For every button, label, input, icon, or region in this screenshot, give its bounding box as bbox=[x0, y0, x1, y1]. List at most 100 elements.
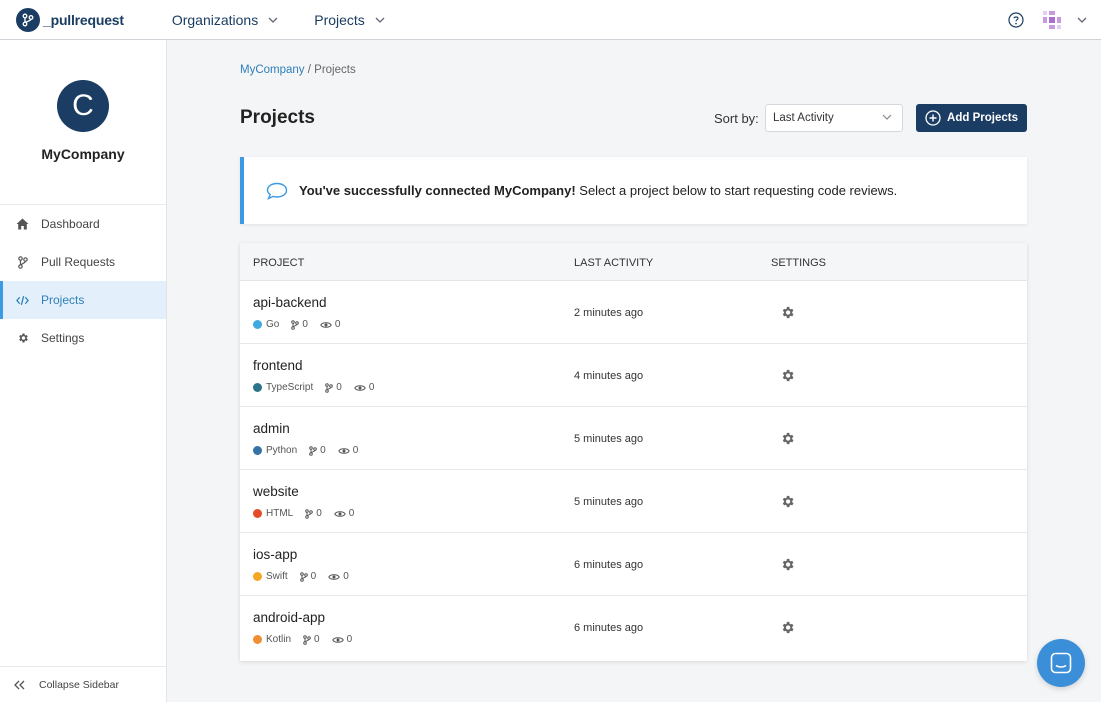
project-language: TypeScript bbox=[266, 382, 314, 393]
collapse-sidebar-label: Collapse Sidebar bbox=[39, 678, 119, 691]
table-header: PROJECT LAST ACTIVITY SETTINGS bbox=[240, 243, 1027, 281]
sidebar-nav: Dashboard Pull Requests Projects Setting… bbox=[0, 204, 166, 357]
pr-count: 0 bbox=[305, 508, 322, 519]
gear-icon[interactable] bbox=[780, 431, 795, 446]
pr-count: 0 bbox=[309, 445, 326, 456]
gear-icon[interactable] bbox=[780, 368, 795, 383]
logo[interactable]: _pullrequest bbox=[16, 7, 124, 32]
project-language: Python bbox=[266, 445, 298, 456]
project-language: Kotlin bbox=[266, 634, 292, 645]
collapse-sidebar-button[interactable]: Collapse Sidebar bbox=[0, 666, 166, 702]
language-dot bbox=[253, 320, 262, 329]
project-name[interactable]: frontend bbox=[253, 358, 303, 373]
nav-projects-label: Projects bbox=[314, 11, 365, 28]
help-icon[interactable] bbox=[1008, 12, 1024, 28]
breadcrumb: MyCompany / Projects bbox=[240, 64, 356, 76]
project-language: HTML bbox=[266, 508, 294, 519]
eye-icon bbox=[320, 321, 332, 328]
chat-widget-button[interactable] bbox=[1037, 639, 1085, 687]
page-title: Projects bbox=[240, 107, 315, 128]
sidebar-item-label: Projects bbox=[41, 293, 85, 307]
add-projects-label: Add Projects bbox=[947, 112, 1018, 124]
breadcrumb-current: Projects bbox=[314, 64, 356, 76]
eye-icon bbox=[331, 636, 344, 643]
table-row: frontend TypeScript 0 0 4 minutes ago bbox=[240, 344, 1027, 407]
project-name[interactable]: website bbox=[253, 484, 299, 499]
sort-select[interactable]: Last Activity bbox=[765, 104, 903, 132]
nav-organizations-label: Organizations bbox=[171, 11, 259, 28]
header-last-activity: LAST ACTIVITY bbox=[574, 257, 654, 269]
project-name[interactable]: ios-app bbox=[253, 547, 297, 562]
pr-count: 0 bbox=[299, 571, 317, 582]
chat-bubble-icon bbox=[266, 182, 288, 200]
sidebar-item-settings[interactable]: Settings bbox=[0, 319, 166, 357]
pr-count: 0 bbox=[325, 382, 342, 393]
add-projects-button[interactable]: Add Projects bbox=[916, 104, 1027, 132]
sidebar-item-projects[interactable]: Projects bbox=[0, 281, 166, 319]
review-count-value: 0 bbox=[368, 382, 375, 393]
review-count: 0 bbox=[354, 382, 375, 393]
project-name[interactable]: api-backend bbox=[253, 295, 327, 310]
last-activity: 4 minutes ago bbox=[574, 370, 644, 382]
pr-count-value: 0 bbox=[310, 571, 317, 582]
review-count-value: 0 bbox=[346, 634, 353, 645]
review-count-value: 0 bbox=[334, 319, 341, 330]
table-row: admin Python 0 0 5 minutes ago bbox=[240, 407, 1027, 470]
gear-icon bbox=[16, 332, 29, 345]
top-bar-right bbox=[1008, 0, 1087, 40]
nav-projects[interactable]: Projects bbox=[314, 12, 385, 28]
gear-icon[interactable] bbox=[780, 620, 795, 635]
review-count: 0 bbox=[320, 319, 341, 330]
gear-icon[interactable] bbox=[780, 557, 795, 572]
nav-organizations[interactable]: Organizations bbox=[172, 12, 278, 28]
project-meta: Swift 0 0 bbox=[253, 571, 349, 582]
review-count-value: 0 bbox=[343, 571, 349, 582]
chevron-down-icon bbox=[882, 114, 892, 120]
banner-message-text: Select a project below to start requesti… bbox=[575, 183, 898, 198]
sidebar-item-label: Pull Requests bbox=[41, 255, 116, 269]
pr-count-value: 0 bbox=[336, 382, 342, 393]
gear-icon[interactable] bbox=[780, 494, 795, 509]
last-activity: 2 minutes ago bbox=[574, 307, 644, 319]
project-meta: Go 0 0 bbox=[253, 319, 340, 330]
sidebar-item-dashboard[interactable]: Dashboard bbox=[0, 205, 166, 243]
projects-table: PROJECT LAST ACTIVITY SETTINGS api-backe… bbox=[240, 243, 1027, 661]
org-avatar: C bbox=[57, 80, 109, 132]
user-avatar[interactable] bbox=[1041, 9, 1063, 31]
sidebar-item-label: Dashboard bbox=[41, 217, 100, 231]
last-activity: 6 minutes ago bbox=[574, 622, 644, 634]
project-name[interactable]: android-app bbox=[253, 610, 325, 625]
logo-text: _pullrequest bbox=[43, 11, 124, 28]
gear-icon[interactable] bbox=[780, 305, 795, 320]
review-count: 0 bbox=[337, 445, 358, 456]
logo-icon bbox=[16, 7, 40, 32]
org-name: MyCompany bbox=[41, 146, 125, 162]
branch-icon bbox=[303, 634, 311, 645]
pr-count: 0 bbox=[303, 634, 320, 645]
eye-icon bbox=[328, 573, 341, 580]
branch-icon bbox=[291, 319, 300, 330]
review-count: 0 bbox=[328, 571, 349, 582]
review-count-value: 0 bbox=[348, 508, 355, 519]
pr-count-value: 0 bbox=[302, 319, 308, 330]
last-activity: 5 minutes ago bbox=[574, 496, 644, 508]
pr-count-value: 0 bbox=[314, 634, 320, 645]
chevron-down-icon[interactable] bbox=[1077, 17, 1087, 23]
pr-count: 0 bbox=[291, 319, 308, 330]
breadcrumb-link-org[interactable]: MyCompany bbox=[240, 64, 305, 76]
review-count: 0 bbox=[334, 508, 355, 519]
project-name[interactable]: admin bbox=[253, 421, 290, 436]
breadcrumb-separator: / bbox=[304, 64, 315, 76]
banner-message: You've successfully connected MyCompany!… bbox=[299, 183, 897, 198]
eye-icon bbox=[354, 384, 366, 391]
success-banner: You've successfully connected MyCompany!… bbox=[240, 157, 1027, 224]
table-body: api-backend Go 0 0 2 minutes ago fronten… bbox=[240, 281, 1027, 659]
chevron-down-icon bbox=[375, 17, 385, 23]
top-nav: Organizations Projects bbox=[172, 12, 421, 28]
pr-count-value: 0 bbox=[320, 445, 326, 456]
project-meta: HTML 0 0 bbox=[253, 508, 354, 519]
sidebar-item-pull-requests[interactable]: Pull Requests bbox=[0, 243, 166, 281]
eye-icon bbox=[337, 447, 350, 454]
banner-message-bold: You've successfully connected MyCompany! bbox=[299, 183, 576, 198]
home-icon bbox=[16, 218, 29, 231]
